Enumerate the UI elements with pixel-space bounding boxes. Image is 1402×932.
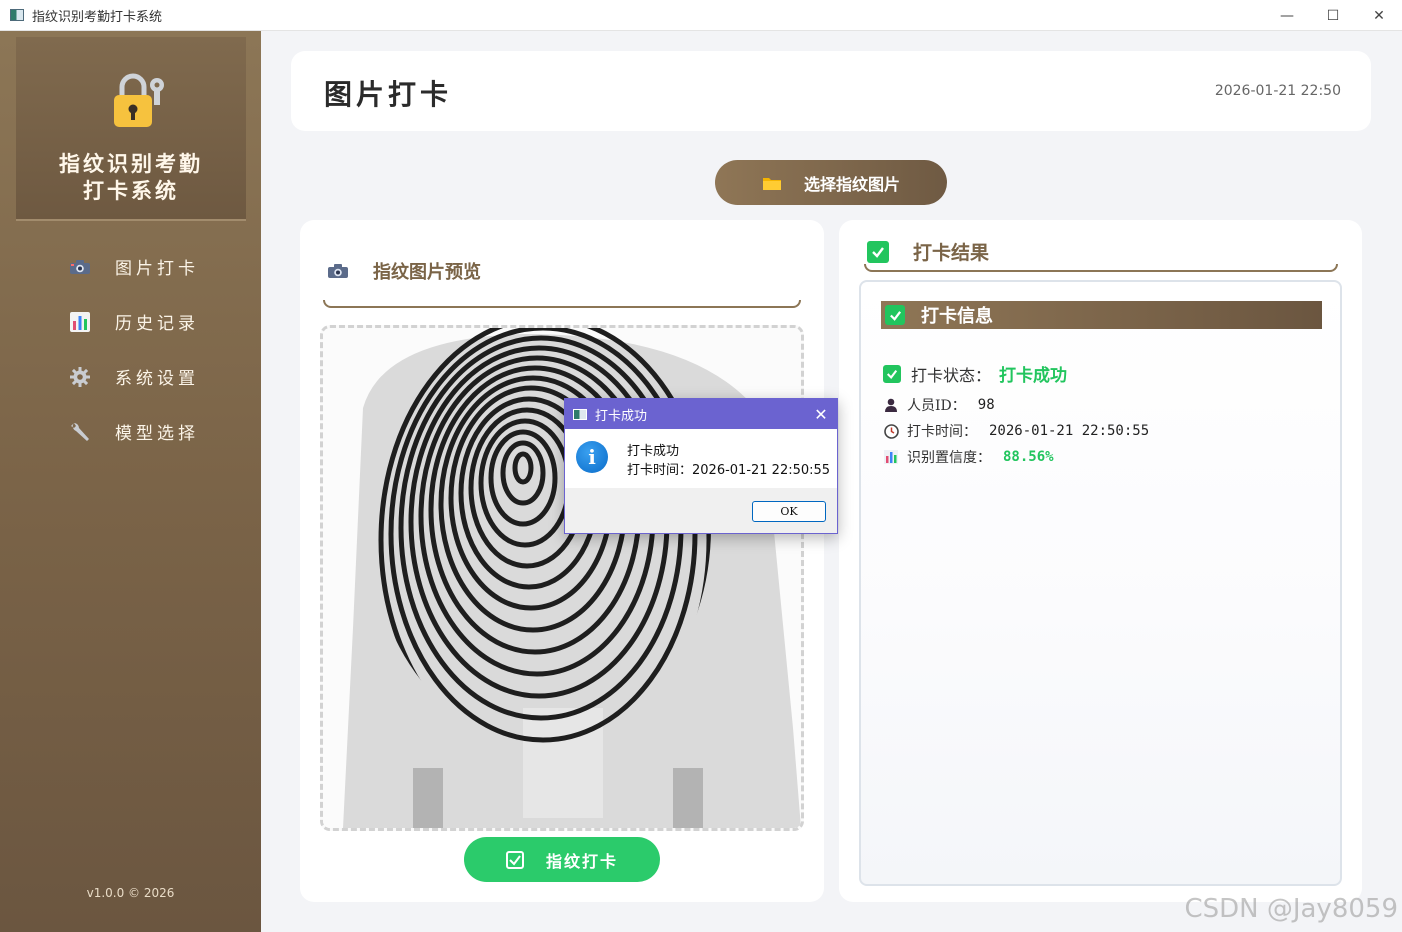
sidebar-item-history[interactable]: 历史记录 [0, 294, 261, 349]
dialog-ok-button[interactable]: OK [752, 501, 826, 522]
result-title: 打卡结果 [913, 242, 990, 264]
version-label: v1.0.0 © 2026 [86, 886, 175, 900]
app-icon [573, 408, 587, 420]
dialog-line1: 打卡成功 [627, 444, 680, 459]
padlock-key-icon [114, 73, 164, 127]
close-button[interactable]: ✕ [1356, 0, 1402, 31]
gear-icon [69, 366, 91, 388]
clock-icon [883, 423, 899, 439]
preview-header-underline [323, 300, 801, 308]
check-icon [867, 240, 889, 263]
minimize-button[interactable]: — [1264, 0, 1310, 31]
maximize-button[interactable]: ☐ [1310, 0, 1356, 31]
folder-icon [762, 177, 781, 190]
confidence-row: 识别置信度： 88.56% [883, 447, 1054, 467]
page-title: 图片打卡 [324, 78, 453, 111]
check-icon [885, 305, 905, 325]
confidence-label: 识别置信度： [907, 450, 991, 466]
sidebar-item-photo-punch[interactable]: 图片打卡 [0, 239, 261, 294]
person-row: 人员ID： 98 [883, 395, 995, 415]
status-row: 打卡状态： 打卡成功 [883, 361, 1067, 386]
status-value: 打卡成功 [999, 366, 1068, 386]
info-title: 打卡信息 [921, 306, 993, 327]
sidebar-item-settings[interactable]: 系统设置 [0, 349, 261, 404]
brand-panel: 指纹识别考勤 打卡系统 [16, 37, 246, 221]
time-value: 2026-01-21 22:50:55 [989, 423, 1150, 439]
result-header-underline [864, 264, 1338, 272]
result-card: 打卡结果 打卡信息 打卡状态： 打卡成功 人员ID： 98 打卡时间： 2026… [839, 220, 1362, 902]
time-row: 打卡时间： 2026-01-21 22:50:55 [883, 421, 1149, 441]
watermark: CSDN @Jay8059 [1184, 894, 1398, 924]
fingerprint-punch-button[interactable]: 指纹打卡 [464, 837, 660, 882]
preview-title: 指纹图片预览 [373, 262, 481, 283]
title-bar: 指纹识别考勤打卡系统 — ☐ ✕ [0, 0, 1402, 31]
window-controls: — ☐ ✕ [1264, 0, 1402, 31]
brand-title: 指纹识别考勤 打卡系统 [16, 150, 246, 204]
brand-title-line2: 打卡系统 [83, 178, 179, 203]
camera-icon [328, 264, 348, 278]
camera-icon [69, 256, 91, 278]
choose-image-label: 选择指纹图片 [803, 174, 900, 194]
check-icon [883, 364, 901, 383]
success-dialog: 打卡成功 ✕ i 打卡成功 打卡时间：2026-01-21 22:50:55 O… [564, 398, 838, 534]
bar-chart-icon [69, 311, 91, 333]
sidebar-item-label: 系统设置 [115, 369, 199, 389]
close-icon: ✕ [814, 404, 828, 424]
person-label: 人员ID： [907, 398, 966, 414]
result-header: 打卡结果 [867, 238, 989, 265]
bar-chart-icon [883, 449, 899, 465]
status-label: 打卡状态： [911, 365, 992, 385]
result-box: 打卡信息 打卡状态： 打卡成功 人员ID： 98 打卡时间： 2026-01-2… [859, 280, 1342, 886]
punch-label: 指纹打卡 [545, 851, 618, 871]
brand-title-line1: 指纹识别考勤 [59, 151, 203, 176]
wrench-icon [69, 421, 91, 443]
preview-header: 指纹图片预览 [327, 258, 481, 284]
checkbox-icon [505, 850, 524, 869]
dialog-message: 打卡成功 打卡时间：2026-01-21 22:50:55 [627, 442, 830, 480]
person-icon [883, 397, 899, 413]
sidebar-item-label: 图片打卡 [115, 259, 199, 279]
dialog-line2: 打卡时间：2026-01-21 22:50:55 [627, 463, 831, 478]
sidebar-nav: 图片打卡 历史记录 系统设置 模型选择 [0, 239, 261, 459]
sidebar-item-label: 模型选择 [115, 424, 199, 444]
dialog-title: 打卡成功 [595, 408, 648, 424]
sidebar-item-label: 历史记录 [115, 314, 199, 334]
header-datetime: 2026-01-21 22:50 [1214, 83, 1341, 99]
person-value: 98 [977, 397, 995, 413]
time-label: 打卡时间： [907, 424, 977, 440]
app-window: 指纹识别考勤打卡系统 — ☐ ✕ 指纹识别考勤 打卡系统 图片打卡 历史记录 系… [0, 0, 1402, 932]
info-icon: i [576, 441, 608, 473]
dialog-title-bar: 打卡成功 [565, 399, 837, 429]
dialog-close-button[interactable]: ✕ [805, 399, 837, 429]
info-bar: 打卡信息 [881, 301, 1322, 329]
app-icon [10, 9, 24, 21]
preview-card: 指纹图片预览 指纹打卡 [300, 220, 824, 902]
window-title: 指纹识别考勤打卡系统 [32, 9, 163, 25]
confidence-value: 88.56% [1003, 449, 1054, 465]
page-header: 图片打卡 2026-01-21 22:50 [291, 51, 1371, 131]
choose-image-button[interactable]: 选择指纹图片 [715, 160, 947, 205]
sidebar: 指纹识别考勤 打卡系统 图片打卡 历史记录 系统设置 模型选择 v1.0.0 ©… [0, 31, 261, 932]
sidebar-item-model[interactable]: 模型选择 [0, 404, 261, 459]
dialog-body: i 打卡成功 打卡时间：2026-01-21 22:50:55 [565, 429, 837, 488]
